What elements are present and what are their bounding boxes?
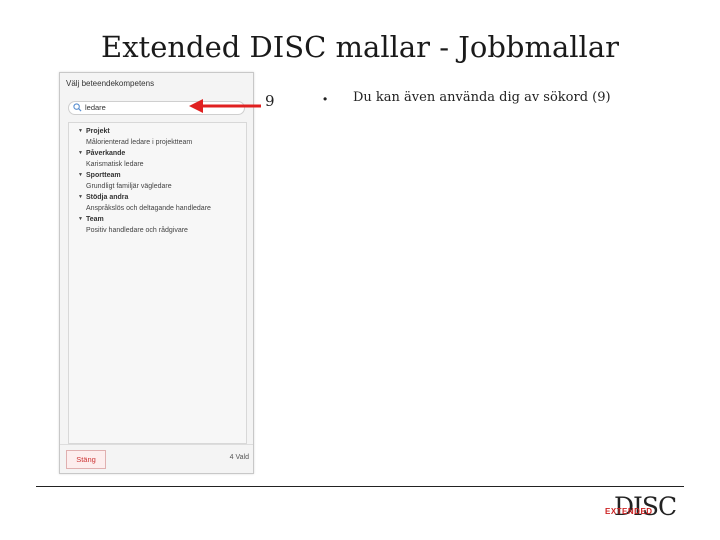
group-header[interactable]: ▼ Team: [69, 214, 246, 225]
group-team: ▼ Team Positiv handledare och rådgivare: [69, 214, 246, 236]
caret-down-icon: ▼: [78, 172, 83, 178]
caret-down-icon: ▼: [78, 194, 83, 200]
group-stodja-andra: ▼ Stödja andra Anspråkslös och deltagand…: [69, 192, 246, 214]
selected-count: 4 Vald: [229, 454, 249, 461]
arrow-left-icon: [189, 99, 261, 113]
list-item[interactable]: Anspråkslös och deltagande handledare: [69, 203, 246, 214]
dialog-footer: Stäng 4 Vald: [60, 444, 253, 473]
bullet-marker: •: [323, 92, 328, 106]
caret-down-icon: ▼: [78, 150, 83, 156]
group-sportteam: ▼ Sportteam Grundligt familjär vägledare: [69, 170, 246, 192]
callout-number: 9: [265, 92, 275, 110]
caret-down-icon: ▼: [78, 216, 83, 222]
group-paverkande: ▼ Påverkande Karismatisk ledare: [69, 148, 246, 170]
group-projekt: ▼ Projekt Målorienterad ledare i projekt…: [69, 126, 246, 148]
footer-divider: [36, 486, 684, 487]
caret-down-icon: ▼: [78, 128, 83, 134]
group-header[interactable]: ▼ Projekt: [69, 126, 246, 137]
extended-disc-logo: DISC EXTENDED: [600, 492, 682, 532]
list-item[interactable]: Positiv handledare och rådgivare: [69, 225, 246, 236]
search-icon: [73, 103, 82, 112]
bullet-text: Du kan även använda dig av sökord (9): [353, 90, 611, 105]
list-item[interactable]: Karismatisk ledare: [69, 159, 246, 170]
search-value: ledare: [85, 103, 106, 112]
group-header[interactable]: ▼ Påverkande: [69, 148, 246, 159]
slide-title: Extended DISC mallar - Jobbmallar: [101, 30, 619, 64]
competence-list: ▼ Projekt Målorienterad ledare i projekt…: [68, 122, 247, 444]
list-item[interactable]: Målorienterad ledare i projektteam: [69, 137, 246, 148]
group-header[interactable]: ▼ Stödja andra: [69, 192, 246, 203]
group-header[interactable]: ▼ Sportteam: [69, 170, 246, 181]
close-button[interactable]: Stäng: [66, 450, 106, 469]
behavior-competence-dialog: Välj beteendekompetens ledare ▼ Projekt …: [59, 72, 254, 474]
logo-extended: EXTENDED: [605, 507, 653, 516]
dialog-title: Välj beteendekompetens: [66, 79, 155, 88]
list-item[interactable]: Grundligt familjär vägledare: [69, 181, 246, 192]
